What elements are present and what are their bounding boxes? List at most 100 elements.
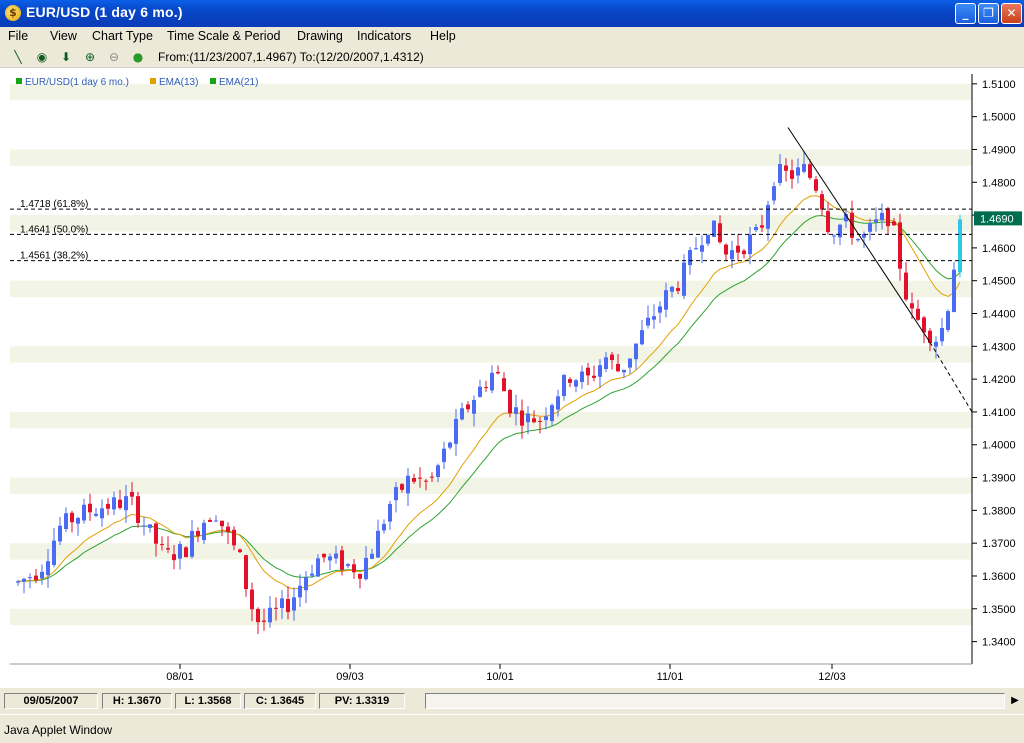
candle-body [868,223,872,232]
candle-body [292,597,296,611]
candle-body [826,211,830,233]
candle-body [40,571,44,579]
candle-body [94,513,98,516]
restore-button[interactable]: ❐ [978,3,999,24]
candle-body [880,212,884,221]
line-tool-icon[interactable]: ╲ [10,49,26,65]
candle-body [388,503,392,522]
candle-body [664,290,668,310]
menu-file[interactable]: File [8,29,28,43]
candle-body [718,223,722,243]
candle-body [250,589,254,610]
status-pv: PV: 1.3319 [319,693,405,709]
candle-body [952,269,956,313]
status-close: C: 1.3645 [244,693,316,709]
candle-body [340,550,344,570]
candle-body [496,371,500,374]
candle-body [70,512,74,523]
candle-body [298,585,302,598]
scroll-right-icon[interactable]: ▶ [1007,693,1023,709]
menu-chart-type[interactable]: Chart Type [92,29,153,43]
candle-body [886,208,890,227]
menu-view[interactable]: View [50,29,77,43]
candle-body [946,311,950,331]
candle-body [34,575,38,581]
candle-body [364,557,368,580]
menu-drawing[interactable]: Drawing [297,29,343,43]
candle-body [478,386,482,397]
arrow-down-icon[interactable]: ⬇ [58,49,74,65]
status-date: 09/05/2007 [4,693,98,709]
y-tick-label: 1.4400 [982,309,1016,321]
price-chart[interactable]: 1.51001.50001.49001.48001.47001.46001.45… [0,68,1024,688]
current-price-label: 1.4690 [980,213,1014,225]
menu-time-scale[interactable]: Time Scale & Period [167,29,280,43]
candle-body [748,234,752,255]
horizontal-scrollbar[interactable] [425,693,1005,709]
candle-body [790,170,794,179]
candle-body [316,558,320,577]
candle-body [322,553,326,558]
zoom-out-icon[interactable]: ⊖ [106,49,122,65]
candle-body [796,167,800,176]
candle-body [676,288,680,291]
candle-body [634,343,638,360]
candle-body [622,369,626,373]
candle-body [472,399,476,414]
candle-body [640,330,644,345]
menu-bar: File View Chart Type Time Scale & Period… [0,27,1024,47]
candle-body [778,163,782,183]
zoom-in-icon[interactable]: ⊕ [82,49,98,65]
candle-body [214,520,218,522]
x-tick-label: 12/03 [818,671,846,683]
candle-body [376,530,380,558]
candle-body [274,607,278,609]
candle-body [58,525,62,542]
candle-body [256,608,260,623]
candle-body [754,227,758,230]
status-low: L: 1.3568 [175,693,241,709]
candle-body [772,186,776,201]
crosshair-icon[interactable]: ◉ [34,49,50,65]
candle-body [244,555,248,590]
legend-swatch [16,78,22,84]
dot-icon[interactable]: ● [130,49,146,65]
chart-area[interactable]: 1.51001.50001.49001.48001.47001.46001.45… [0,68,1024,688]
candle-body [700,245,704,252]
candle-body [88,503,92,513]
window-title: EUR/USD (1 day 6 mo.) [26,4,183,20]
candle-body [592,375,596,378]
candle-body [442,448,446,463]
candle-body [286,599,290,613]
candle-body [400,484,404,490]
y-tick-label: 1.4300 [982,341,1016,353]
candle-body [544,416,548,421]
candle-body [310,573,314,576]
y-tick-label: 1.5000 [982,112,1016,124]
candle-body [556,396,560,410]
candle-body [190,530,194,557]
candle-body [424,480,428,482]
candle-body [586,367,590,376]
candle-body [328,556,332,561]
grid-band [10,83,972,101]
candle-body [178,544,182,559]
candle-body [268,607,272,623]
candle-body [520,410,524,426]
grid-band [10,608,972,626]
close-button[interactable]: ✕ [1001,3,1022,24]
candle-body [118,499,122,508]
title-bar: $ EUR/USD (1 day 6 mo.) _ ❐ ✕ [0,0,1024,27]
candle-body [226,526,230,532]
candle-body [856,239,860,241]
minimize-button[interactable]: _ [955,3,976,24]
candle-body [532,418,536,423]
legend-label: EUR/USD(1 day 6 mo.) [25,77,129,88]
range-readout: From:(11/23/2007,1.4967) To:(12/20/2007,… [158,50,424,64]
y-tick-label: 1.4600 [982,243,1016,255]
menu-indicators[interactable]: Indicators [357,29,411,43]
fib-label: 1.4718 (61.8%) [20,199,88,210]
legend-swatch [210,78,216,84]
menu-help[interactable]: Help [430,29,456,43]
candle-body [694,248,698,250]
